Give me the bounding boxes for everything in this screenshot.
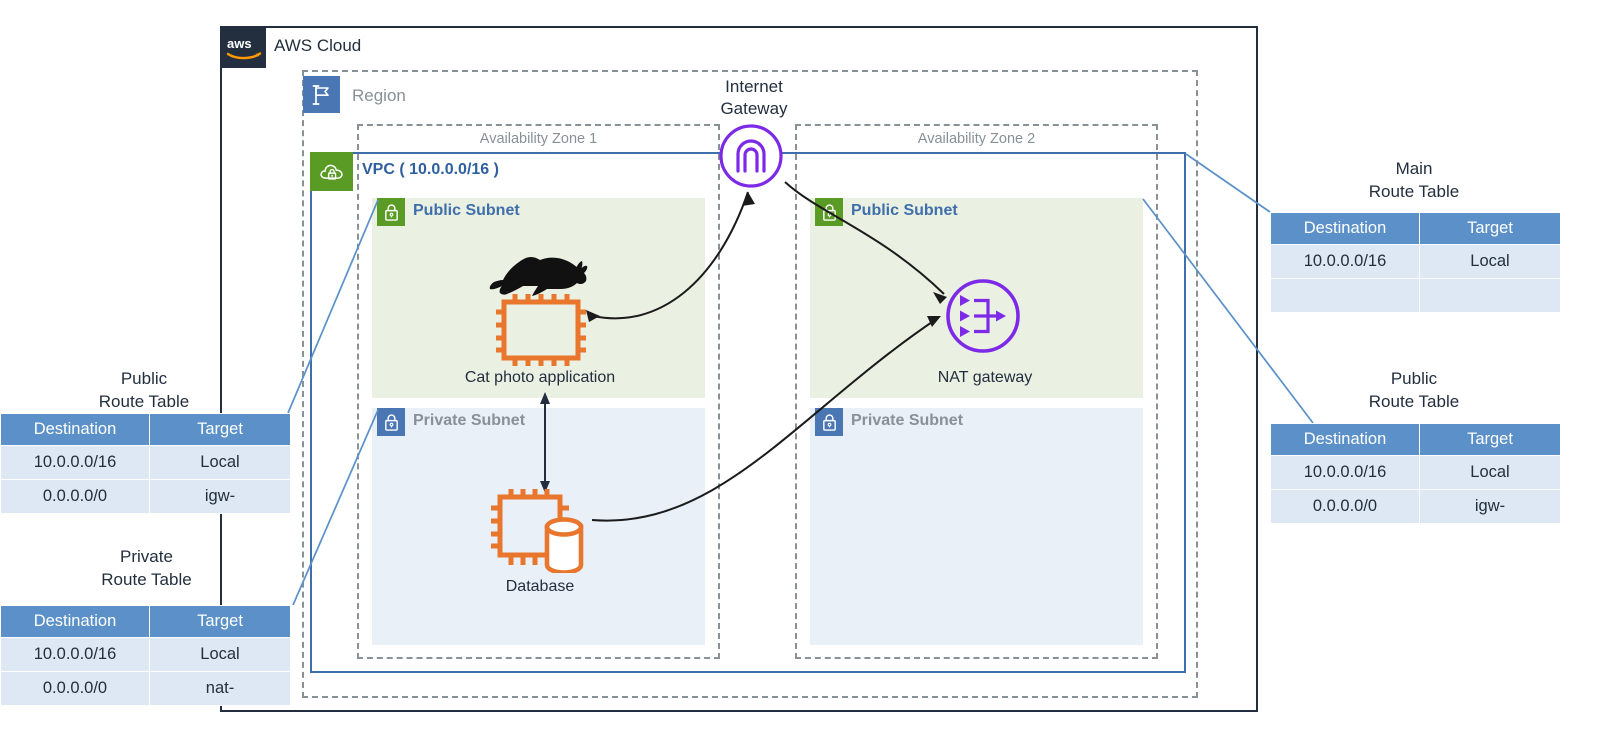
lock-icon: [815, 408, 843, 436]
cell-target: [1419, 278, 1561, 313]
column-header-destination: Destination: [0, 413, 150, 446]
cell-target: nat-: [149, 671, 291, 706]
column-header-target: Target: [149, 605, 291, 638]
internet-gateway-icon: [718, 123, 784, 189]
ec2-instance-icon: [487, 240, 595, 366]
column-header-target: Target: [1419, 212, 1561, 245]
table-row: 10.0.0.0/16 Local: [1270, 244, 1561, 279]
region-flag-icon: [303, 76, 340, 113]
private-route-table-left: Destination Target 10.0.0.0/16 Local 0.0…: [0, 605, 291, 706]
route-table-title-line2: Route Table: [101, 570, 192, 589]
private-subnet-az2: [810, 408, 1143, 645]
private-route-table-left-title: Private Route Table: [0, 545, 293, 591]
route-table-title-line1: Public: [120, 369, 168, 388]
table-row: 0.0.0.0/0 igw-: [1270, 489, 1561, 524]
cell-destination: 0.0.0.0/0: [0, 671, 150, 706]
internet-gateway-label-line1: Internet: [725, 77, 783, 96]
cell-target: Local: [1419, 455, 1561, 490]
table-row: 0.0.0.0/0 igw-: [0, 479, 291, 514]
cell-destination: 0.0.0.0/0: [1270, 489, 1420, 524]
public-route-table-right: Destination Target 10.0.0.0/16 Local 0.0…: [1270, 423, 1561, 524]
table-row: 0.0.0.0/0 nat-: [0, 671, 291, 706]
database-label: Database: [505, 578, 575, 595]
table-row: [1270, 278, 1561, 313]
table-header-row: Destination Target: [1270, 212, 1561, 245]
svg-text:aws: aws: [227, 36, 252, 51]
cell-destination: [1270, 278, 1420, 313]
private-subnet-az1-label: Private Subnet: [413, 412, 526, 429]
cell-destination: 0.0.0.0/0: [0, 479, 150, 514]
availability-zone-2-label: Availability Zone 2: [917, 131, 1036, 147]
availability-zone-1-label: Availability Zone 1: [479, 131, 598, 147]
lock-icon: [815, 198, 843, 226]
cell-destination: 10.0.0.0/16: [1270, 244, 1420, 279]
route-table-title-line1: Main: [1395, 159, 1433, 178]
private-subnet-az2-label: Private Subnet: [851, 412, 964, 429]
nat-gateway-icon: [944, 277, 1022, 355]
route-table-title-line2: Route Table: [1368, 392, 1460, 411]
public-subnet-az1-label: Public Subnet: [413, 202, 520, 219]
column-header-destination: Destination: [1270, 423, 1420, 456]
vpc-label: VPC ( 10.0.0.0/16 ): [362, 161, 499, 178]
table-header-row: Destination Target: [1270, 423, 1561, 456]
cat-photo-application-label: Cat photo application: [464, 369, 616, 386]
table-row: 10.0.0.0/16 Local: [1270, 455, 1561, 490]
column-header-destination: Destination: [1270, 212, 1420, 245]
lock-icon: [377, 408, 405, 436]
cell-target: Local: [149, 445, 291, 480]
cell-target: igw-: [149, 479, 291, 514]
route-table-title-line1: Public: [1390, 369, 1438, 388]
cat-silhouette-icon: [489, 257, 588, 296]
main-route-table-title: Main Route Table: [1270, 157, 1558, 203]
aws-logo-icon: aws: [222, 28, 266, 68]
table-row: 10.0.0.0/16 Local: [0, 637, 291, 672]
aws-cloud-label: AWS Cloud: [274, 36, 362, 55]
nat-gateway-label: NAT gateway: [937, 369, 1033, 386]
route-table-title-line2: Route Table: [1368, 182, 1460, 201]
table-row: 10.0.0.0/16 Local: [0, 445, 291, 480]
cell-destination: 10.0.0.0/16: [1270, 455, 1420, 490]
vpc-cloud-lock-icon: [310, 152, 353, 191]
cell-destination: 10.0.0.0/16: [0, 637, 150, 672]
cell-target: igw-: [1419, 489, 1561, 524]
public-route-table-left-title: Public Route Table: [0, 367, 288, 413]
cell-target: Local: [1419, 244, 1561, 279]
internet-gateway-label-line2: Gateway: [720, 99, 788, 118]
cell-destination: 10.0.0.0/16: [0, 445, 150, 480]
public-route-table-left: Destination Target 10.0.0.0/16 Local 0.0…: [0, 413, 291, 514]
database-instance-icon: [487, 487, 591, 575]
column-header-target: Target: [1419, 423, 1561, 456]
lock-icon: [377, 198, 405, 226]
cell-target: Local: [149, 637, 291, 672]
main-route-table: Destination Target 10.0.0.0/16 Local: [1270, 212, 1561, 313]
table-header-row: Destination Target: [0, 413, 291, 446]
region-label: Region: [352, 86, 406, 105]
route-table-title-line2: Route Table: [98, 392, 190, 411]
route-table-title-line1: Private: [120, 547, 173, 566]
internet-gateway-label: Internet Gateway: [660, 76, 848, 120]
column-header-destination: Destination: [0, 605, 150, 638]
column-header-target: Target: [149, 413, 291, 446]
public-route-table-right-title: Public Route Table: [1270, 367, 1558, 413]
table-header-row: Destination Target: [0, 605, 291, 638]
public-subnet-az2-label: Public Subnet: [851, 202, 958, 219]
